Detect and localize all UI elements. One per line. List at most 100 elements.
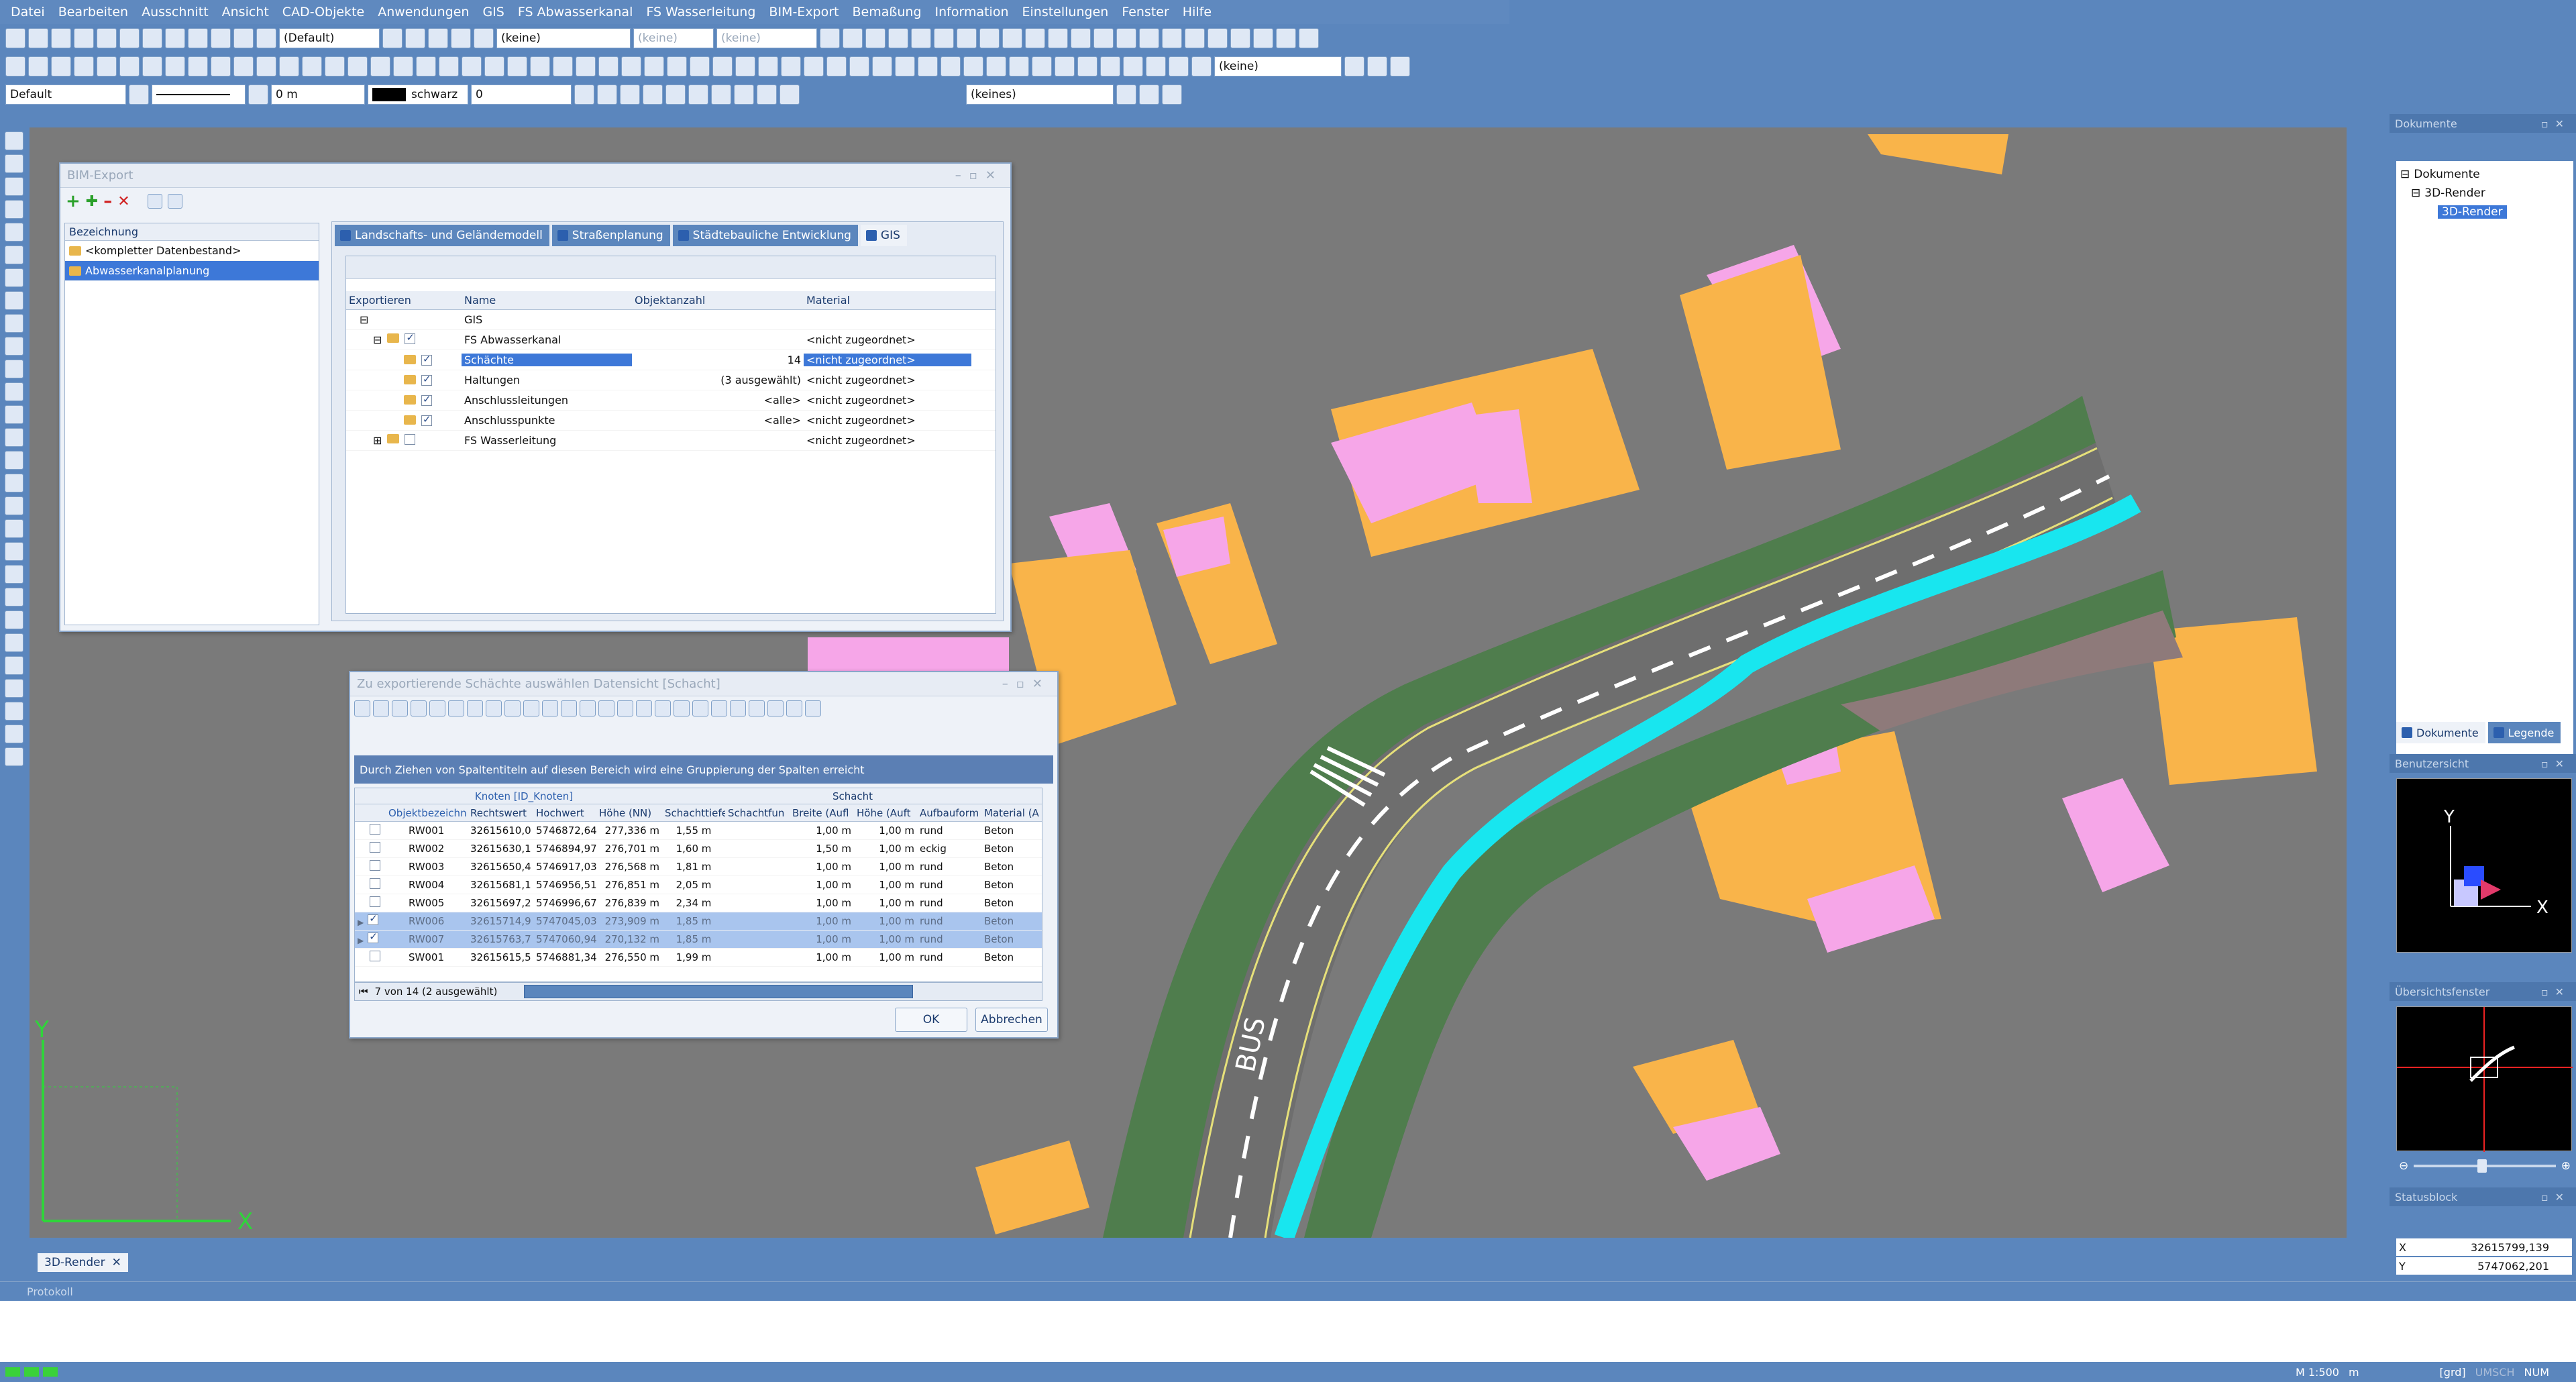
tree-row[interactable]: Haltungen (3 ausgewählt) <nicht zugeordnet…	[346, 370, 996, 390]
tool-icon[interactable]	[576, 56, 596, 76]
col-hoehe-aufbau[interactable]: Höhe (Auft	[854, 807, 917, 819]
col-name[interactable]: Name	[462, 294, 632, 307]
tool-icon[interactable]	[963, 56, 983, 76]
tool-icon[interactable]	[233, 56, 254, 76]
menu-anwendungen[interactable]: Anwendungen	[378, 5, 469, 19]
tool-icon[interactable]	[5, 246, 23, 264]
menu-bim-export[interactable]: BIM-Export	[769, 5, 839, 19]
tool-icon[interactable]	[1390, 56, 1410, 76]
tool-icon[interactable]	[735, 56, 755, 76]
table-row[interactable]: RW002 32615630,1 5746894,97 276,701 m 1,60 m…	[355, 840, 1042, 858]
tool-icon[interactable]	[439, 56, 459, 76]
tool-icon[interactable]	[5, 633, 23, 652]
tool-icon[interactable]	[392, 700, 408, 716]
col-material[interactable]: Material (A	[981, 807, 1042, 819]
tool-icon[interactable]	[504, 700, 521, 716]
row-checkbox[interactable]	[370, 878, 380, 889]
menu-gis[interactable]: GIS	[482, 5, 504, 19]
tool-icon[interactable]	[129, 85, 149, 105]
col-aufbauform[interactable]: Aufbauform	[917, 807, 981, 819]
tool-icon[interactable]	[1025, 28, 1045, 48]
tool-icon[interactable]	[448, 700, 464, 716]
tool-icon[interactable]	[805, 700, 821, 716]
delete-icon[interactable]: ✕	[117, 193, 129, 210]
settings-icon[interactable]	[147, 194, 162, 209]
export-checkbox[interactable]	[405, 434, 416, 445]
tab-dokumente[interactable]: Dokumente	[2396, 722, 2485, 743]
tool-icon[interactable]	[734, 85, 754, 105]
tool-icon[interactable]	[1077, 56, 1097, 76]
tool-icon[interactable]	[405, 28, 425, 48]
tool-icon[interactable]	[5, 154, 23, 173]
close-icon[interactable]: ✕	[112, 1256, 121, 1269]
tool-icon[interactable]	[347, 56, 368, 76]
tab-landschaft[interactable]: Landschafts- und Geländemodell	[335, 225, 549, 246]
tool-icon[interactable]	[872, 56, 892, 76]
panel-controls[interactable]: ▫✕	[2541, 986, 2571, 998]
tool-icon[interactable]	[655, 700, 671, 716]
tool-icon[interactable]	[302, 56, 322, 76]
tool-icon[interactable]	[373, 700, 389, 716]
tool-icon[interactable]	[1146, 56, 1166, 76]
tool-icon[interactable]	[1139, 28, 1159, 48]
tool-icon[interactable]	[895, 56, 915, 76]
horizontal-scrollbar[interactable]	[524, 985, 914, 998]
color-combo[interactable]: schwarz	[368, 85, 468, 105]
menu-fs-wasserleitung[interactable]: FS Wasserleitung	[646, 5, 755, 19]
export-checkbox[interactable]	[405, 333, 416, 344]
tool-icon[interactable]	[530, 56, 550, 76]
zoom-in-icon[interactable]: ⊕	[2561, 1159, 2571, 1173]
menu-information[interactable]: Information	[935, 5, 1009, 19]
tool-icon[interactable]	[780, 85, 800, 105]
tool-icon[interactable]	[523, 700, 539, 716]
row-checkbox[interactable]	[370, 842, 380, 853]
first-record-icon[interactable]: ⏮	[359, 986, 368, 998]
tool-icon[interactable]	[97, 28, 117, 48]
tool-icon[interactable]	[1009, 56, 1029, 76]
tool-icon[interactable]	[211, 28, 231, 48]
collapse-icon[interactable]: ⊟	[2411, 187, 2420, 200]
col-hochwert[interactable]: Hochwert	[533, 807, 596, 819]
tab-legende[interactable]: Legende	[2487, 722, 2561, 743]
tool-icon[interactable]	[51, 28, 71, 48]
tool-icon[interactable]	[888, 28, 908, 48]
export-checkbox[interactable]	[421, 415, 432, 426]
tool-icon[interactable]	[636, 700, 652, 716]
tool-icon[interactable]	[325, 56, 345, 76]
band-knoten[interactable]: Knoten [ID_Knoten]	[386, 790, 662, 802]
filter-combo-1[interactable]: (keine)	[496, 28, 631, 48]
tool-icon[interactable]	[428, 28, 448, 48]
menu-cad-objekte[interactable]: CAD-Objekte	[282, 5, 364, 19]
tool-icon[interactable]	[597, 85, 617, 105]
tool-icon[interactable]	[486, 700, 502, 716]
tool-icon[interactable]	[621, 56, 641, 76]
ok-button[interactable]: OK	[895, 1008, 967, 1032]
tool-icon[interactable]	[1299, 28, 1319, 48]
tool-icon[interactable]	[5, 656, 23, 675]
tool-icon[interactable]	[5, 474, 23, 492]
tree-node-selected[interactable]: 3D-Render	[2400, 203, 2569, 221]
tool-icon[interactable]	[1055, 56, 1075, 76]
tool-icon[interactable]	[934, 28, 954, 48]
tree-row[interactable]: ⊟ FS Abwasserkanal <nicht zugeordnet>	[346, 330, 996, 350]
tool-icon[interactable]	[28, 28, 48, 48]
export-checkbox[interactable]	[421, 394, 432, 406]
menu-ausschnitt[interactable]: Ausschnitt	[142, 5, 209, 19]
tool-icon[interactable]	[674, 700, 690, 716]
tool-icon[interactable]	[5, 56, 25, 76]
tool-icon[interactable]	[5, 200, 23, 219]
export-checkbox[interactable]	[421, 354, 432, 366]
zoom-slider[interactable]	[2414, 1159, 2556, 1173]
tool-icon[interactable]	[804, 56, 824, 76]
table-row-selected[interactable]: ▶ RW006 32615714,9 5747045,03 273,909 m 1,85 …	[355, 912, 1042, 931]
window-controls[interactable]: –▫✕	[955, 168, 1004, 182]
menu-fs-abwasserkanal[interactable]: FS Abwasserkanal	[518, 5, 633, 19]
zoom-out-icon[interactable]: ⊖	[2399, 1159, 2408, 1173]
tool-icon[interactable]	[5, 679, 23, 698]
tool-icon[interactable]	[279, 56, 299, 76]
tool-icon[interactable]	[5, 405, 23, 424]
keines-combo[interactable]: (keines)	[966, 85, 1114, 105]
list-header[interactable]: Bezeichnung	[65, 223, 319, 241]
tool-icon[interactable]	[5, 428, 23, 447]
doc-tab-3d-render[interactable]: 3D-Render ✕	[38, 1253, 128, 1272]
